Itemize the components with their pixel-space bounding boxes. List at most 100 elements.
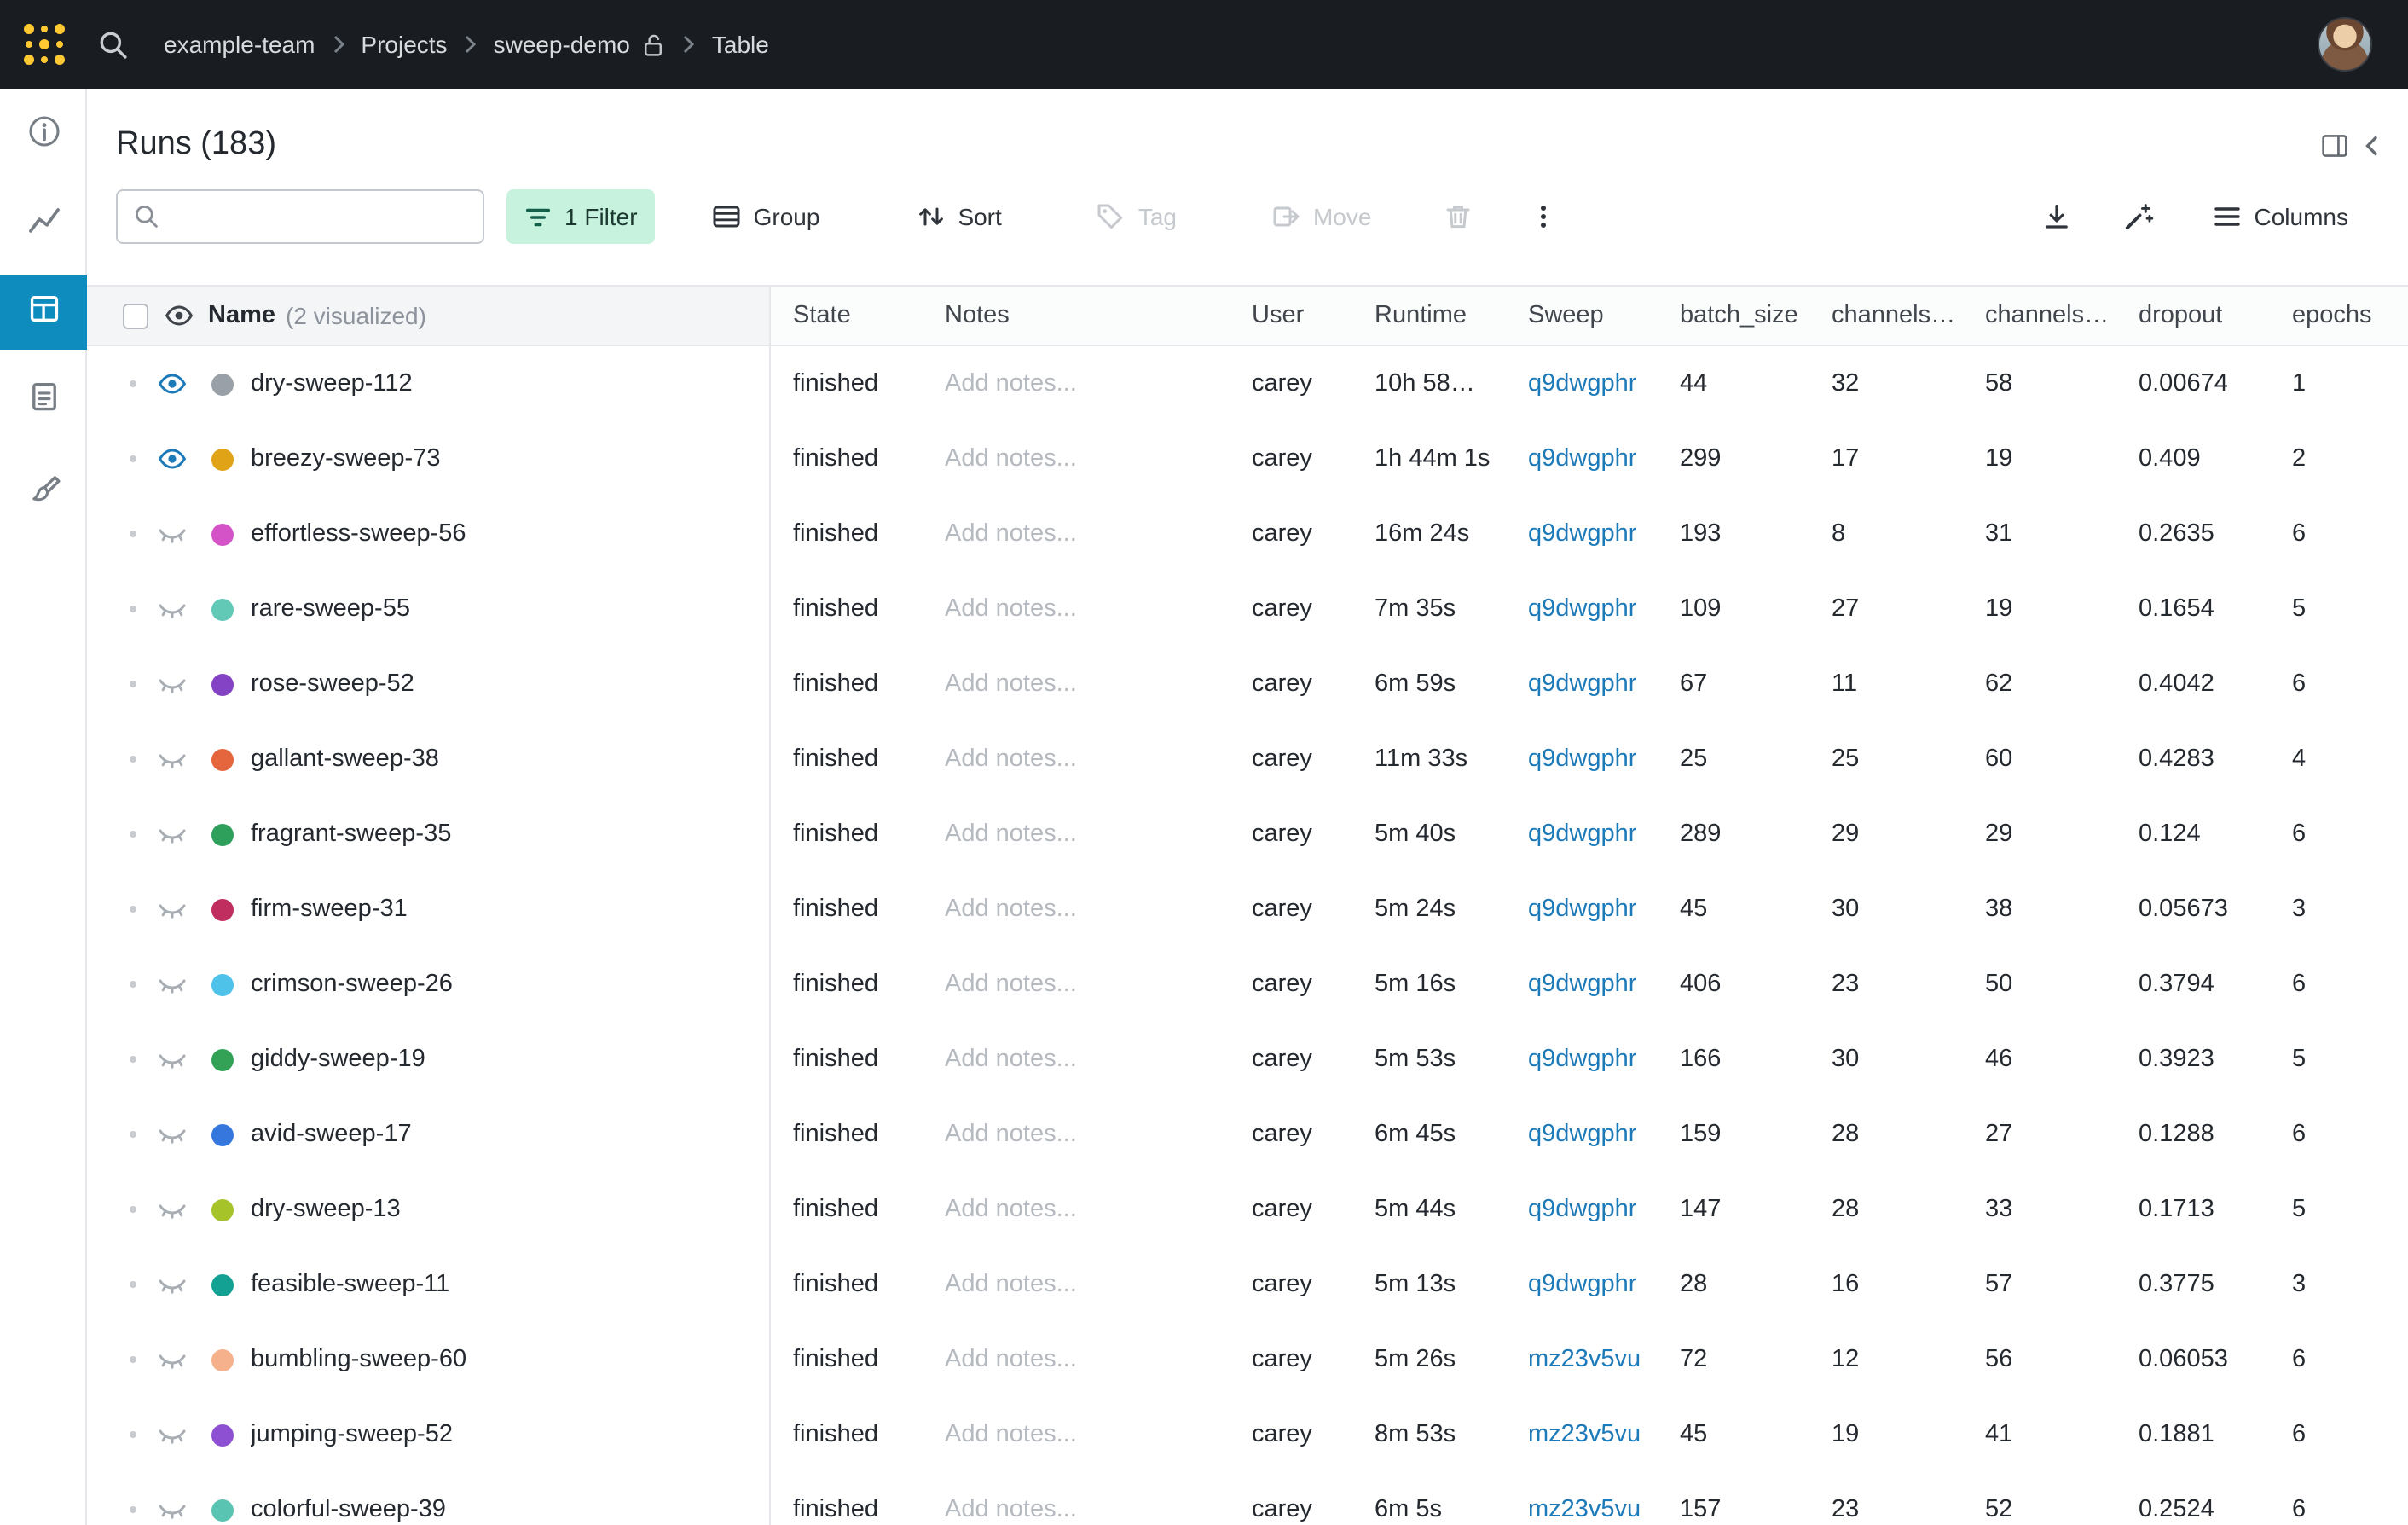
run-name-link[interactable]: colorful-sweep-39: [251, 1496, 446, 1523]
notes-cell[interactable]: Add notes...: [923, 797, 1230, 872]
visibility-header-eye-icon[interactable]: [164, 300, 194, 331]
sweep-link[interactable]: q9dwgphr: [1528, 595, 1636, 623]
navbar-search-icon[interactable]: [97, 28, 130, 61]
user-column-header[interactable]: User: [1230, 287, 1352, 345]
sidebar-item-overview[interactable]: [0, 97, 87, 172]
toggle-visibility-button[interactable]: [157, 1419, 188, 1450]
sort-button[interactable]: Sort: [898, 189, 1018, 244]
runtime-column-header[interactable]: Runtime: [1352, 287, 1506, 345]
notes-cell[interactable]: Add notes...: [923, 1472, 1230, 1525]
breadcrumb-team[interactable]: example-team: [164, 31, 315, 58]
notes-placeholder[interactable]: Add notes...: [945, 670, 1077, 698]
drag-handle-dot[interactable]: [130, 756, 136, 762]
sweep-link[interactable]: q9dwgphr: [1528, 445, 1636, 473]
toggle-visibility-button[interactable]: [157, 368, 188, 399]
user-avatar[interactable]: [2318, 17, 2372, 72]
toggle-visibility-button[interactable]: [157, 594, 188, 624]
notes-placeholder[interactable]: Add notes...: [945, 520, 1077, 548]
sweep-column-header[interactable]: Sweep: [1506, 287, 1658, 345]
notes-cell[interactable]: Add notes...: [923, 571, 1230, 647]
notes-cell[interactable]: Add notes...: [923, 1172, 1230, 1247]
sweep-link[interactable]: q9dwgphr: [1528, 1196, 1636, 1223]
search-input[interactable]: [174, 203, 483, 230]
run-name-link[interactable]: avid-sweep-17: [251, 1121, 412, 1148]
sweep-link[interactable]: q9dwgphr: [1528, 1121, 1636, 1148]
sidebar-item-reports[interactable]: [0, 362, 87, 437]
sweep-link[interactable]: mz23v5vu: [1528, 1346, 1641, 1373]
panel-layout-icon[interactable]: [2321, 132, 2348, 158]
breadcrumb-projects[interactable]: Projects: [361, 31, 447, 58]
toggle-visibility-button[interactable]: [157, 669, 188, 699]
notes-cell[interactable]: Add notes...: [923, 421, 1230, 496]
group-button[interactable]: Group: [694, 189, 837, 244]
tag-button[interactable]: Tag: [1079, 189, 1194, 244]
notes-cell[interactable]: Add notes...: [923, 1397, 1230, 1472]
run-name-link[interactable]: effortless-sweep-56: [251, 520, 466, 548]
toggle-visibility-button[interactable]: [157, 744, 188, 774]
collapse-chevron-icon[interactable]: [2364, 134, 2379, 156]
sweep-link[interactable]: q9dwgphr: [1528, 370, 1636, 397]
drag-handle-dot[interactable]: [130, 1356, 136, 1363]
batch-size-column-header[interactable]: batch_size: [1658, 287, 1809, 345]
notes-placeholder[interactable]: Add notes...: [945, 745, 1077, 773]
drag-handle-dot[interactable]: [130, 831, 136, 838]
notes-cell[interactable]: Add notes...: [923, 722, 1230, 797]
channels-2-column-header[interactable]: channels…: [1963, 287, 2116, 345]
delete-button[interactable]: [1433, 191, 1484, 242]
sweep-link[interactable]: q9dwgphr: [1528, 896, 1636, 923]
drag-handle-dot[interactable]: [130, 681, 136, 687]
run-name-link[interactable]: feasible-sweep-11: [251, 1271, 449, 1298]
drag-handle-dot[interactable]: [130, 906, 136, 913]
move-button[interactable]: Move: [1253, 189, 1388, 244]
sidebar-item-table[interactable]: [0, 275, 87, 350]
sweep-link[interactable]: q9dwgphr: [1528, 820, 1636, 848]
notes-cell[interactable]: Add notes...: [923, 947, 1230, 1022]
notes-placeholder[interactable]: Add notes...: [945, 820, 1077, 848]
notes-cell[interactable]: Add notes...: [923, 346, 1230, 421]
toggle-visibility-button[interactable]: [157, 1344, 188, 1375]
toggle-visibility-button[interactable]: [157, 819, 188, 849]
sweep-link[interactable]: mz23v5vu: [1528, 1496, 1641, 1523]
notes-cell[interactable]: Add notes...: [923, 1247, 1230, 1322]
run-name-link[interactable]: bumbling-sweep-60: [251, 1346, 466, 1373]
sweep-link[interactable]: q9dwgphr: [1528, 745, 1636, 773]
drag-handle-dot[interactable]: [130, 1206, 136, 1213]
sweep-link[interactable]: q9dwgphr: [1528, 520, 1636, 548]
drag-handle-dot[interactable]: [130, 531, 136, 537]
run-name-link[interactable]: jumping-sweep-52: [251, 1421, 453, 1448]
magic-wand-button[interactable]: [2113, 191, 2164, 242]
sweep-link[interactable]: q9dwgphr: [1528, 670, 1636, 698]
filter-button[interactable]: 1 Filter: [506, 189, 655, 244]
toggle-visibility-button[interactable]: [157, 1494, 188, 1525]
notes-placeholder[interactable]: Add notes...: [945, 370, 1077, 397]
drag-handle-dot[interactable]: [130, 1131, 136, 1138]
sweep-link[interactable]: mz23v5vu: [1528, 1421, 1641, 1448]
toggle-visibility-button[interactable]: [157, 1269, 188, 1300]
notes-cell[interactable]: Add notes...: [923, 872, 1230, 947]
notes-cell[interactable]: Add notes...: [923, 1022, 1230, 1097]
breadcrumb-page[interactable]: Table: [712, 31, 769, 58]
breadcrumb-project[interactable]: sweep-demo: [494, 31, 630, 58]
run-name-link[interactable]: rose-sweep-52: [251, 670, 414, 698]
notes-placeholder[interactable]: Add notes...: [945, 445, 1077, 473]
run-name-link[interactable]: dry-sweep-13: [251, 1196, 401, 1223]
drag-handle-dot[interactable]: [130, 981, 136, 988]
drag-handle-dot[interactable]: [130, 1431, 136, 1438]
state-column-header[interactable]: State: [771, 287, 923, 345]
drag-handle-dot[interactable]: [130, 1056, 136, 1063]
more-actions-button[interactable]: [1518, 191, 1569, 242]
run-name-link[interactable]: dry-sweep-112: [251, 370, 413, 397]
sweep-link[interactable]: q9dwgphr: [1528, 1046, 1636, 1073]
run-name-link[interactable]: crimson-sweep-26: [251, 971, 453, 998]
channels-1-column-header[interactable]: channels…: [1809, 287, 1963, 345]
toggle-visibility-button[interactable]: [157, 894, 188, 925]
drag-handle-dot[interactable]: [130, 455, 136, 462]
sweep-link[interactable]: q9dwgphr: [1528, 971, 1636, 998]
epochs-column-header[interactable]: epochs: [2270, 287, 2408, 345]
toggle-visibility-button[interactable]: [157, 1194, 188, 1225]
notes-column-header[interactable]: Notes: [923, 287, 1230, 345]
toggle-visibility-button[interactable]: [157, 969, 188, 1000]
notes-placeholder[interactable]: Add notes...: [945, 595, 1077, 623]
notes-cell[interactable]: Add notes...: [923, 1097, 1230, 1172]
sweep-link[interactable]: q9dwgphr: [1528, 1271, 1636, 1298]
